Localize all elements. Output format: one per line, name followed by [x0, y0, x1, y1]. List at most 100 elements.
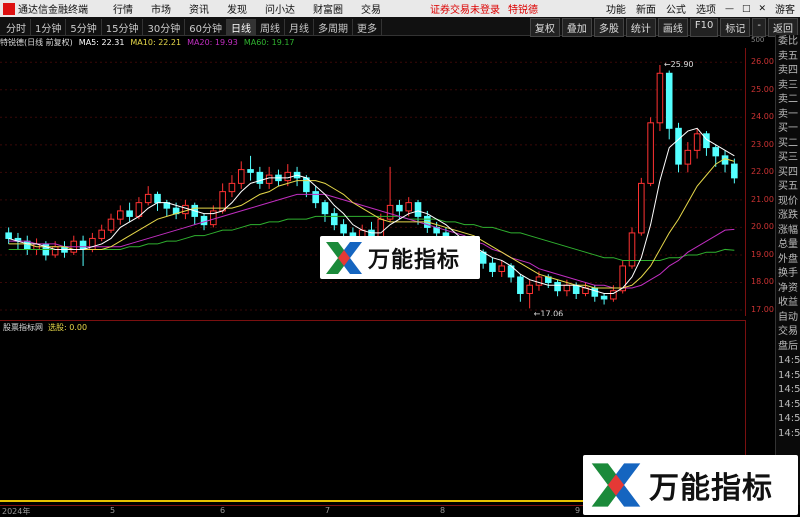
ma10-value: MA10: 22.21	[130, 37, 182, 47]
candle-body	[126, 210, 133, 217]
menu-item-market[interactable]: 市场	[151, 1, 171, 16]
tab-period-1min[interactable]: 1分钟	[31, 19, 67, 36]
multi-stock-button[interactable]: 多股	[593, 18, 624, 37]
ma5-value: MA5: 22.31	[78, 37, 125, 47]
candle-body	[628, 232, 636, 267]
period-tabs: 分时 1分钟 5分钟 15分钟 30分钟 60分钟 日线 周线 月线 多周期 更…	[2, 19, 382, 36]
statistics-button[interactable]: 统计	[625, 18, 656, 37]
side-panel-item: 交易	[778, 326, 798, 337]
quote-side-panel: 委比 卖五 卖四 卖三 卖二 卖一 买一 买二 买三 买四 买五 现价 涨跌 涨幅 总量 外盘 换手 净资 收益 自动…	[775, 35, 800, 505]
tab-period-weekly[interactable]: 周线	[256, 19, 285, 36]
tab-period-5min[interactable]: 5分钟	[66, 19, 102, 36]
candle-body	[517, 276, 524, 294]
menu-bar: 通达信金融终端 行情 市场 资讯 发现 问小达 财富圈 交易 证券交易未登录 特…	[0, 0, 800, 17]
login-warning[interactable]: 证券交易未登录	[430, 1, 500, 16]
candle-body	[675, 127, 682, 165]
tab-period-multi[interactable]: 多周期	[314, 19, 353, 36]
candle-body	[284, 171, 292, 182]
candle-body	[405, 202, 413, 212]
candle-body	[265, 174, 273, 184]
menu-item-quotes[interactable]: 行情	[113, 1, 133, 16]
candle-body	[489, 262, 496, 272]
side-panel-item: 14:5	[778, 398, 800, 410]
maximize-icon[interactable]: □	[742, 4, 751, 14]
candle-body	[600, 295, 608, 300]
side-panel-item: 14:5	[778, 413, 800, 424]
candle-body	[312, 191, 319, 204]
candle-body	[656, 72, 664, 124]
candle-body	[684, 149, 692, 165]
watermark-text: 万能指标	[368, 247, 461, 273]
watermark-logo-icon	[326, 241, 362, 274]
menu-item-discover[interactable]: 发现	[227, 1, 247, 16]
candle-body	[107, 218, 115, 231]
side-panel-item: 收益	[778, 297, 798, 308]
side-panel-item: 买一	[778, 123, 798, 134]
candle-body	[5, 232, 12, 239]
side-panel-item: 换手	[778, 268, 798, 279]
price-tick-label: 21.00	[751, 194, 774, 204]
side-panel-item: 委比	[778, 36, 798, 47]
candle-body	[182, 204, 189, 215]
menu-function[interactable]: 功能	[606, 1, 626, 16]
price-axis: 500 26.00 25.00 24.00 23.00 22.00 21.00 20.00 1…	[745, 35, 775, 335]
menu-formula[interactable]: 公式	[666, 1, 686, 16]
ma60-value: MA60: 19.17	[243, 37, 295, 47]
candle-body	[98, 229, 105, 239]
user-label[interactable]: 游客	[775, 1, 795, 16]
tab-period-more[interactable]: 更多	[353, 19, 382, 36]
candle-body	[51, 246, 59, 256]
menu-options[interactable]: 选项	[696, 1, 716, 16]
candle-body	[731, 163, 738, 179]
chart-toolbar: 分时 1分钟 5分钟 15分钟 30分钟 60分钟 日线 周线 月线 多周期 更…	[0, 17, 800, 37]
side-panel-item: 外盘	[778, 253, 798, 265]
side-panel-item: 买五	[778, 181, 798, 192]
price-tick-label: 22.00	[751, 167, 774, 177]
candle-body	[23, 240, 31, 250]
date-label: 9	[575, 506, 581, 515]
high-annotation: ←25.90	[664, 60, 694, 69]
close-icon[interactable]: ✕	[758, 4, 766, 14]
restore-rights-button[interactable]: 复权	[529, 18, 560, 37]
menu-item-ask[interactable]: 问小达	[265, 1, 295, 16]
side-panel-item: 卖四	[778, 65, 798, 76]
tab-period-daily[interactable]: 日线	[226, 19, 256, 36]
ma20-value: MA20: 19.93	[187, 37, 238, 47]
f10-button[interactable]: F10	[689, 18, 719, 37]
candle-body	[144, 193, 152, 204]
menu-item-wealth[interactable]: 财富圈	[313, 1, 343, 16]
candle-body	[526, 284, 533, 294]
price-tick-label: 18.00	[751, 277, 774, 287]
price-tick-label: 24.00	[751, 112, 774, 122]
overlay-button[interactable]: 叠加	[561, 18, 592, 37]
price-tick-label: 17.00	[751, 305, 774, 314]
candle-body	[256, 171, 264, 184]
minimize-icon[interactable]: —	[725, 4, 734, 14]
menu-new-page[interactable]: 新面	[636, 1, 656, 16]
candle-body	[117, 210, 124, 220]
tab-period-monthly[interactable]: 月线	[285, 19, 314, 36]
date-label: 5	[110, 506, 116, 515]
side-panel-item: 现价	[778, 195, 798, 207]
candle-body	[693, 133, 701, 151]
candle-body	[228, 182, 236, 193]
watermark-logo-icon	[591, 463, 641, 507]
candle-body	[386, 204, 394, 220]
side-panel-item: 14:5	[778, 369, 800, 381]
price-tick-label: 23.00	[751, 139, 774, 149]
current-stock-name: 特锐德	[508, 5, 538, 16]
candle-body	[535, 276, 543, 286]
tab-period-timeshare[interactable]: 分时	[2, 19, 31, 36]
candle-body	[237, 169, 245, 184]
menu-item-news[interactable]: 资讯	[189, 1, 209, 16]
draw-line-button[interactable]: 画线	[657, 18, 688, 37]
candle-body	[247, 169, 254, 173]
tab-period-60min[interactable]: 60分钟	[185, 19, 227, 36]
date-label: 2024年	[2, 507, 31, 516]
low-annotation: ←17.06	[534, 309, 564, 316]
indicator-value: 选股: 0.00	[48, 323, 88, 332]
tab-period-15min[interactable]: 15分钟	[102, 19, 144, 36]
menu-item-trade[interactable]: 交易	[361, 1, 381, 16]
tab-period-30min[interactable]: 30分钟	[143, 19, 186, 36]
side-panel-item: 14:5	[778, 355, 800, 366]
